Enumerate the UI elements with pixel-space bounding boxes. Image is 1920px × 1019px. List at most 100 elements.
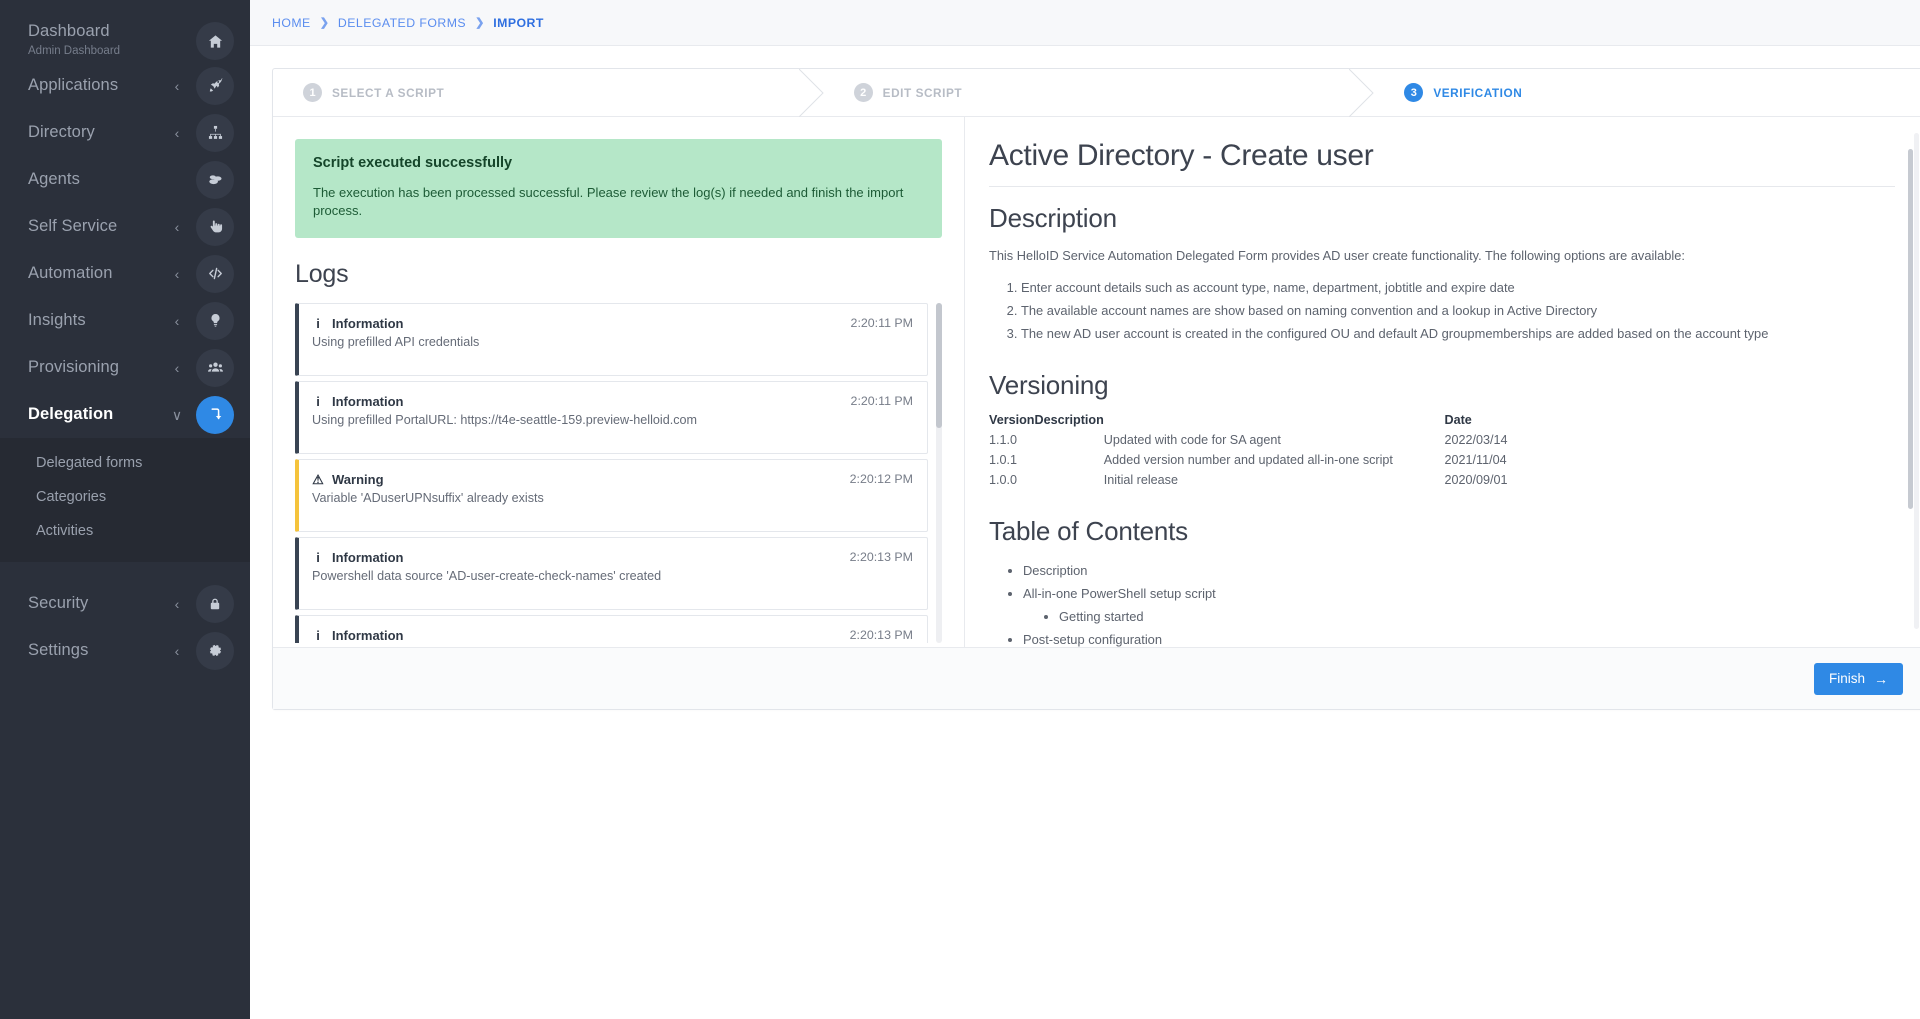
- info-icon: i: [316, 393, 320, 409]
- info-icon: i: [316, 315, 320, 331]
- toc-item[interactable]: All-in-one PowerShell setup script Gettin…: [1023, 582, 1895, 628]
- code-icon: [196, 254, 234, 293]
- toc-item-label: Post-setup configuration: [1023, 632, 1163, 647]
- logs-scrollbar-thumb[interactable]: [936, 303, 942, 428]
- sidebar-item-dashboard[interactable]: Dashboard Admin Dashboard: [0, 0, 250, 62]
- sidebar-subitem-label: Activities: [36, 523, 94, 539]
- log-entry[interactable]: i Information Using prefilled API credenti…: [295, 303, 928, 376]
- toc-sublist: Getting started: [1043, 605, 1895, 628]
- sidebar-item-automation[interactable]: Automation ‹: [0, 250, 250, 297]
- log-entry-timestamp: 2:20:13 PM: [849, 628, 913, 642]
- sidebar-item-directory[interactable]: Directory ‹: [0, 109, 250, 156]
- sidebar-item-text: Settings: [28, 641, 168, 660]
- versioning-cell-version: 1.1.0: [989, 433, 1018, 447]
- sidebar-item-settings[interactable]: Settings ‹: [0, 627, 250, 674]
- log-entry-severity: Information: [332, 316, 404, 331]
- breadcrumb-item-home[interactable]: HOME: [272, 16, 311, 30]
- log-entry-severity: Information: [332, 394, 404, 409]
- wizard-body: Script executed successfully The executi…: [273, 117, 1920, 647]
- wizard-step-number: 3: [1404, 83, 1424, 102]
- sidebar-item-text: Directory: [28, 123, 168, 142]
- sidebar-item-text: Provisioning: [28, 358, 168, 377]
- chevron-left-icon: ‹: [174, 642, 180, 659]
- sidebar-item-text: Security: [28, 594, 168, 613]
- sidebar-item-delegation[interactable]: Delegation ∨: [0, 391, 250, 438]
- sidebar-item-text: Dashboard Admin Dashboard: [28, 22, 168, 59]
- versioning-table-row: 1.1.0 Updated with code for SA agent 2022/…: [989, 430, 1549, 450]
- sidebar-item-text: Self Service: [28, 217, 168, 236]
- sidebar-item-security[interactable]: Security ‹: [0, 580, 250, 627]
- sidebar-subitem-activities[interactable]: Activities: [0, 514, 250, 548]
- success-alert: Script executed successfully The executi…: [295, 139, 942, 238]
- toc-subitem[interactable]: Getting started: [1059, 605, 1895, 628]
- finish-button[interactable]: Finish →: [1813, 662, 1903, 695]
- info-icon: i: [316, 627, 320, 643]
- doc-scrollbar-thumb[interactable]: [1908, 149, 1913, 509]
- versioning-table-row: 1.0.0 Initial release 2020/09/01: [989, 470, 1549, 490]
- sidebar-item-applications[interactable]: Applications ‹: [0, 62, 250, 109]
- log-entry[interactable]: ⚠ Warning Variable 'ADuserUPNsuffix' alrea…: [295, 459, 928, 532]
- sidebar-item-label: Automation: [28, 264, 113, 282]
- sidebar-item-label: Self Service: [28, 217, 118, 235]
- description-list: Enter account details such as account ty…: [1007, 277, 1895, 344]
- sidebar-item-text: Insights: [28, 311, 168, 330]
- breadcrumb-item-delegated-forms[interactable]: DELEGATED FORMS: [338, 16, 466, 30]
- logs-list[interactable]: i Information Using prefilled API credenti…: [295, 303, 942, 643]
- chevron-left-icon: ‹: [174, 124, 180, 141]
- log-entry-header: i Information: [312, 316, 839, 331]
- info-icon: i: [316, 549, 320, 565]
- log-entry-timestamp: 2:20:13 PM: [849, 550, 913, 564]
- success-alert-title: Script executed successfully: [313, 155, 513, 171]
- log-entry[interactable]: i Information Using prefilled PortalURL: h…: [295, 381, 928, 454]
- wizard-step-2[interactable]: 2 EDIT SCRIPT: [824, 69, 1375, 117]
- sidebar-item-text: Automation: [28, 264, 168, 283]
- wizard-step-3[interactable]: 3 VERIFICATION: [1374, 69, 1920, 116]
- description-list-item: The available account names are show bas…: [1021, 300, 1895, 321]
- chevron-left-icon: ‹: [174, 595, 180, 612]
- toc-item-label: Description: [1023, 563, 1088, 578]
- sidebar-item-provisioning[interactable]: Provisioning ‹: [0, 344, 250, 391]
- log-entry-timestamp: 2:20:11 PM: [850, 316, 913, 330]
- sidebar-item-agents[interactable]: Agents: [0, 156, 250, 203]
- chevron-left-icon: ‹: [174, 359, 180, 376]
- log-entry-content: ⚠ Warning Variable 'ADuserUPNsuffix' alrea…: [312, 472, 838, 531]
- versioning-col-date: Date: [1444, 413, 1472, 427]
- doc-scrollbar-track[interactable]: [1908, 133, 1919, 629]
- sidebar-subitem-categories[interactable]: Categories: [0, 480, 250, 514]
- import-wizard: 1 SELECT A SCRIPT 2 EDIT SCRIPT 3 VERIFICATIO…: [272, 68, 1920, 710]
- documentation-pane: Active Directory - Create user Descripti…: [965, 117, 1920, 647]
- sidebar-submenu-delegation: Delegated forms Categories Activities: [0, 438, 250, 562]
- log-entry[interactable]: iInformationStatic data source 'AD-accou…: [295, 615, 928, 643]
- log-entry[interactable]: i Information Powershell data source 'AD-u…: [295, 537, 928, 610]
- breadcrumb-item-import: IMPORT: [493, 15, 544, 30]
- logs-scrollbar-track[interactable]: [936, 303, 942, 643]
- rocket-icon: [196, 66, 234, 105]
- sidebar-item-self-service[interactable]: Self Service ‹: [0, 203, 250, 250]
- sidebar-item-insights[interactable]: Insights ‹: [0, 297, 250, 344]
- wizard-step-1[interactable]: 1 SELECT A SCRIPT: [273, 69, 825, 117]
- toc-item[interactable]: Post-setup configuration: [1023, 628, 1895, 647]
- sidebar-subitem-label: Categories: [36, 489, 107, 505]
- log-entry-message: Variable 'ADuserUPNsuffix' already exist…: [312, 491, 544, 505]
- main-content: HOME ❯ DELEGATED FORMS ❯ IMPORT 1 SELECT A SC…: [250, 0, 1920, 1019]
- app-root: Dashboard Admin Dashboard Applications ‹ Dir…: [0, 0, 1920, 1019]
- versioning-table-header-row: VersionDescription Date: [989, 413, 1549, 430]
- sidebar-item-text: Delegation: [28, 405, 168, 424]
- wizard-step-label: EDIT SCRIPT: [882, 85, 963, 100]
- wizard-step-label: VERIFICATION: [1433, 85, 1523, 100]
- log-entry-content: i Information Using prefilled PortalURL: h…: [312, 394, 839, 453]
- sidebar-item-text: Agents: [28, 170, 168, 189]
- success-alert-text: The execution has been processed success…: [313, 185, 904, 218]
- log-entry-message: Powershell data source 'AD-user-create-c…: [312, 569, 662, 583]
- versioning-cell-description: Updated with code for SA agent: [1103, 433, 1281, 447]
- step-divider-chevron-icon: [798, 69, 825, 117]
- chevron-left-icon: ‹: [174, 77, 180, 94]
- versioning-cell-description: Added version number and updated all-in-…: [1103, 453, 1393, 467]
- sidebar-subitem-delegated-forms[interactable]: Delegated forms: [0, 446, 250, 480]
- wizard-stepper: 1 SELECT A SCRIPT 2 EDIT SCRIPT 3 VERIFICATIO…: [273, 69, 1920, 117]
- delegation-icon: [196, 395, 234, 434]
- toc-item[interactable]: Description: [1023, 559, 1895, 582]
- sidebar-item-label: Applications: [28, 76, 119, 94]
- log-entry-header: i Information: [312, 394, 839, 409]
